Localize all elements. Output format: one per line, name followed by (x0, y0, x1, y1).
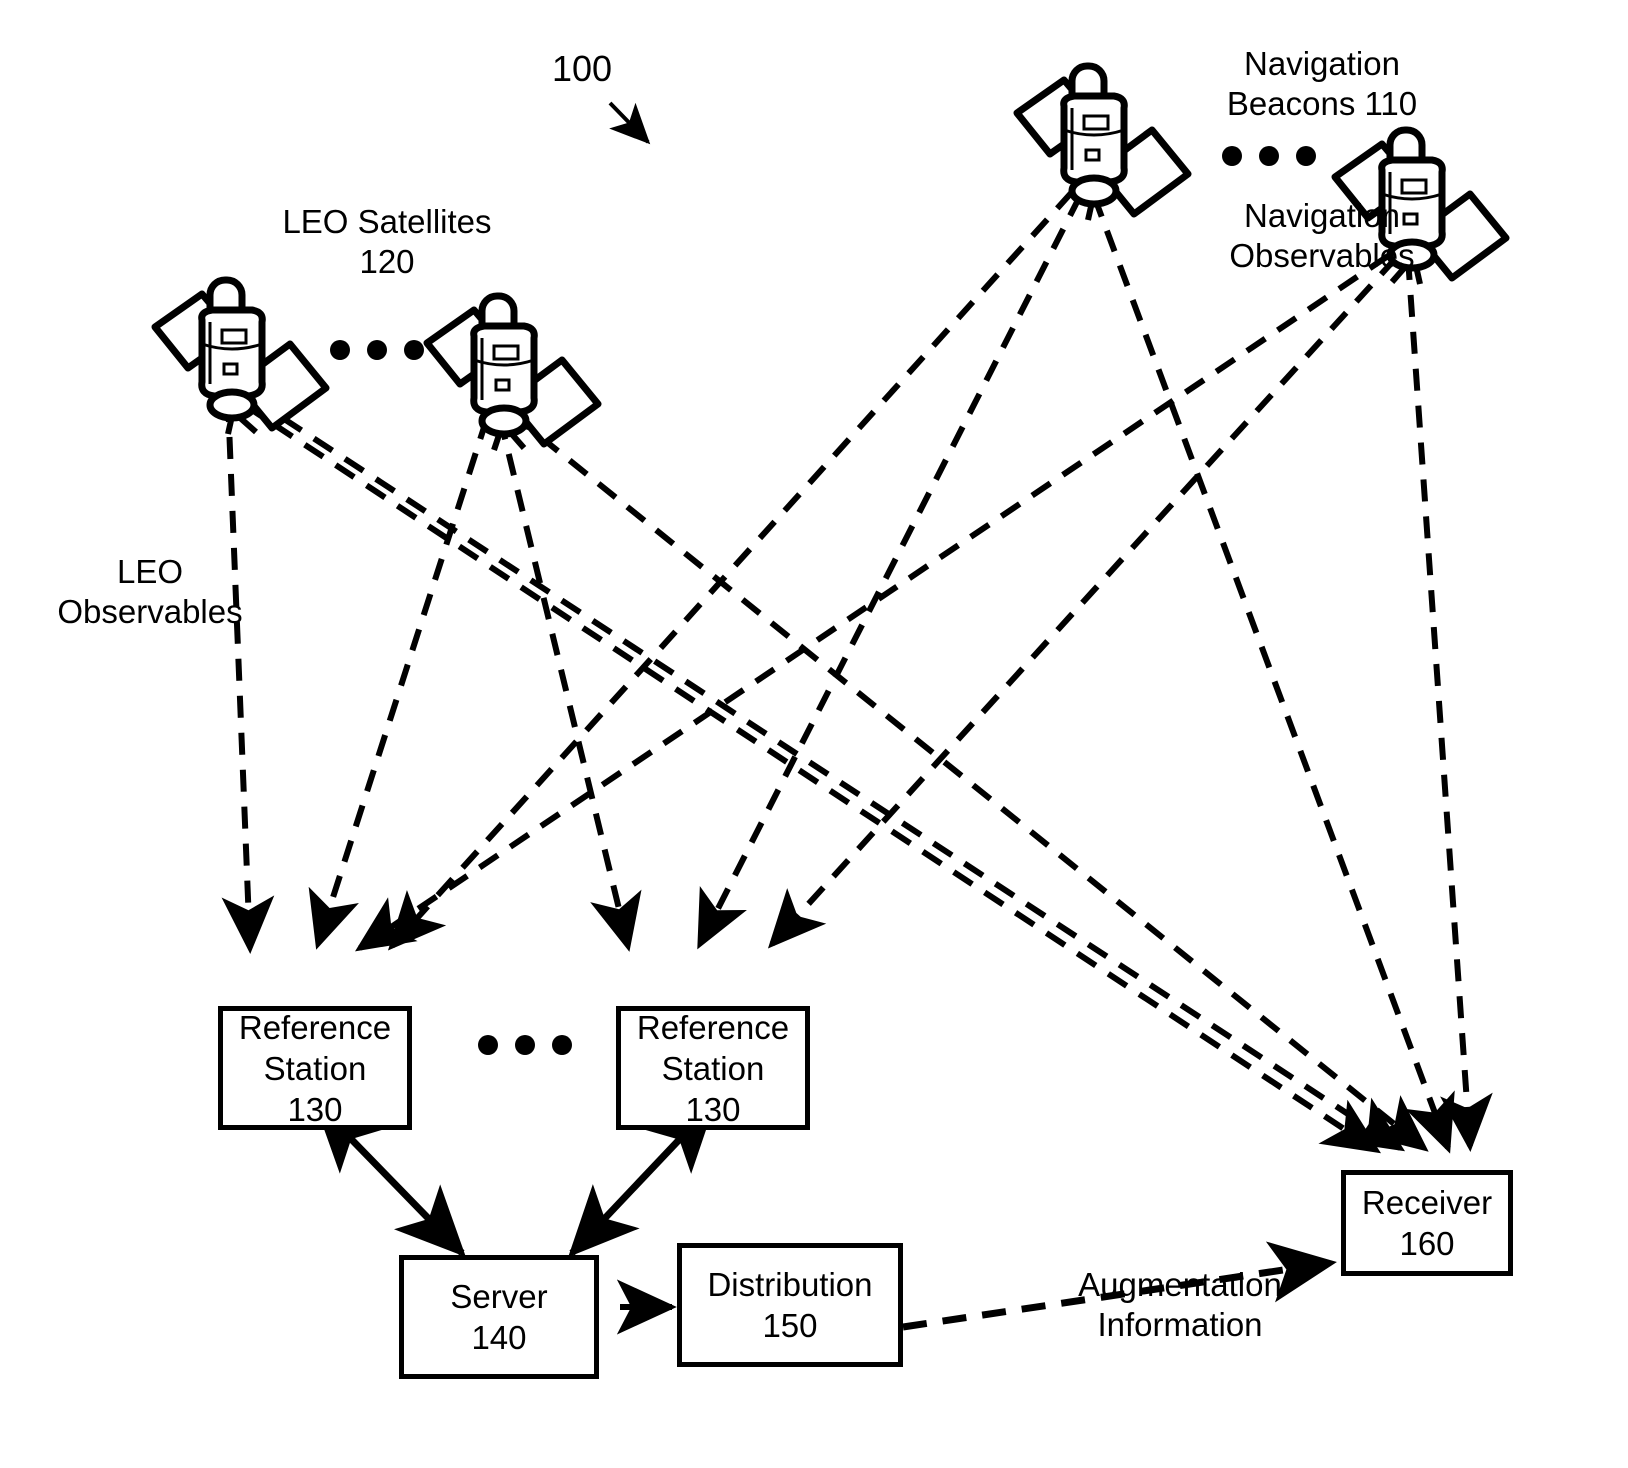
augmentation-information-label: Augmentation Information (1078, 1266, 1282, 1343)
satellite-icon (412, 288, 602, 463)
satellite-icon (140, 272, 330, 447)
reference-station-box-left[interactable]: Reference Station 130 (218, 1006, 412, 1130)
ellipsis-dots-icon (330, 340, 424, 360)
leo-satellites-label: LEO Satellites 120 (282, 203, 492, 280)
server-box[interactable]: Server 140 (399, 1255, 599, 1379)
ellipsis-dots-icon (478, 1035, 572, 1055)
navigation-observables-label: Navigation Observables (1229, 197, 1415, 274)
ellipsis-dots-icon (1222, 146, 1316, 166)
distribution-box[interactable]: Distribution 150 (677, 1243, 903, 1367)
figure-number: 100 (552, 48, 613, 89)
patent-figure-canvas: 100 Navigation Beacons 110 Navigation Ob… (0, 0, 1628, 1468)
reference-station-box-right[interactable]: Reference Station 130 (616, 1006, 810, 1130)
leo-observables-label: LEO Observables (57, 553, 243, 630)
figure-pointer-arrow (608, 101, 651, 145)
receiver-box[interactable]: Receiver 160 (1341, 1170, 1513, 1276)
navigation-beacons-label: Navigation Beacons 110 (1226, 45, 1418, 122)
